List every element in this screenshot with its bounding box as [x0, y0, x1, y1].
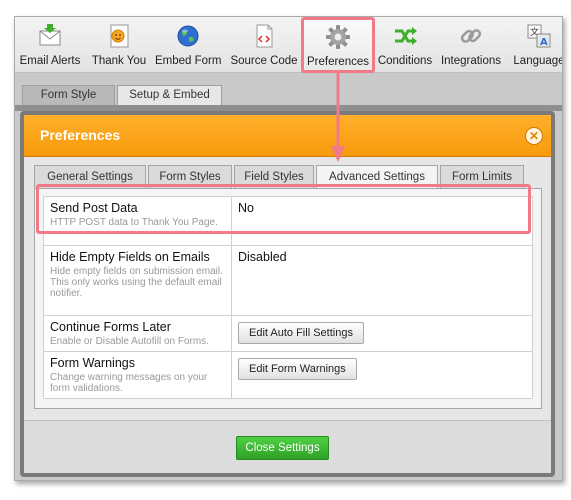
toolbar-thank-you[interactable]: Thank You	[89, 23, 149, 73]
toolbar-source-code[interactable]: Source Code	[229, 23, 299, 73]
settings-table: Send Post Data HTTP POST data to Thank Y…	[43, 196, 533, 399]
conditions-icon	[395, 27, 417, 45]
language-icon: 文 A	[527, 24, 551, 48]
toolbar-email-alerts[interactable]: Email Alerts	[19, 23, 81, 73]
setting-title: Send Post Data	[50, 201, 138, 215]
send-post-data-value[interactable]: No	[238, 201, 526, 215]
setting-description: HTTP POST data to Thank You Page.	[50, 217, 218, 228]
table-row: Hide Empty Fields on Emails Hide empty f…	[43, 245, 533, 316]
tab-general-settings[interactable]: General Settings	[34, 165, 146, 188]
toolbar-conditions[interactable]: Conditions	[377, 23, 433, 73]
thank-you-icon	[110, 24, 129, 48]
settings-panel: General Settings Form Styles Field Style…	[34, 165, 542, 409]
dialog-header: Preferences ✕	[24, 115, 551, 157]
gear-icon	[326, 25, 350, 49]
tab-field-styles[interactable]: Field Styles	[234, 165, 314, 188]
subtab-form-style[interactable]: Form Style	[22, 85, 115, 105]
preferences-dialog: Preferences ✕ General Settings Form Styl…	[20, 111, 555, 477]
setting-description: Enable or Disable Autofill on Forms.	[50, 336, 209, 347]
link-icon	[460, 29, 482, 43]
edit-auto-fill-settings-button[interactable]: Edit Auto Fill Settings	[238, 322, 364, 344]
email-alerts-icon	[39, 24, 61, 46]
table-row: Send Post Data HTTP POST data to Thank Y…	[43, 196, 533, 246]
form-builder-window: Email Alerts Thank You Embed Form Source…	[14, 16, 563, 481]
setting-description: Hide empty fields on submission email. T…	[50, 266, 223, 299]
table-row: Continue Forms Later Enable or Disable A…	[43, 315, 533, 352]
tab-form-styles[interactable]: Form Styles	[148, 165, 232, 188]
toolbar-embed-form[interactable]: Embed Form	[155, 23, 221, 73]
toolbar-language[interactable]: 文 A Language	[509, 23, 562, 73]
advanced-settings-body: Send Post Data HTTP POST data to Thank Y…	[34, 188, 542, 409]
tab-advanced-settings[interactable]: Advanced Settings	[316, 165, 438, 189]
table-row: Form Warnings Change warning messages on…	[43, 351, 533, 399]
setting-title: Hide Empty Fields on Emails	[50, 250, 210, 264]
svg-text:A: A	[540, 37, 548, 48]
toolbar-preferences[interactable]: Preferences	[301, 17, 375, 73]
tab-form-limits[interactable]: Form Limits	[440, 165, 524, 188]
toolbar-integrations[interactable]: Integrations	[439, 23, 503, 73]
close-settings-button[interactable]: Close Settings	[236, 436, 329, 460]
close-icon[interactable]: ✕	[525, 127, 543, 145]
toolbar: Email Alerts Thank You Embed Form Source…	[15, 17, 562, 73]
setting-title: Form Warnings	[50, 356, 135, 370]
globe-icon	[177, 25, 199, 47]
dialog-footer: Close Settings	[24, 420, 551, 473]
subtab-setup-embed[interactable]: Setup & Embed	[117, 85, 222, 105]
source-code-icon	[256, 24, 273, 48]
setting-title: Continue Forms Later	[50, 320, 171, 334]
hide-empty-fields-value[interactable]: Disabled	[238, 250, 526, 264]
setting-description: Change warning messages on your form val…	[50, 372, 208, 394]
edit-form-warnings-button[interactable]: Edit Form Warnings	[238, 358, 357, 380]
dialog-title: Preferences	[40, 127, 121, 143]
sub-tabs: Form Style Setup & Embed	[15, 83, 562, 105]
